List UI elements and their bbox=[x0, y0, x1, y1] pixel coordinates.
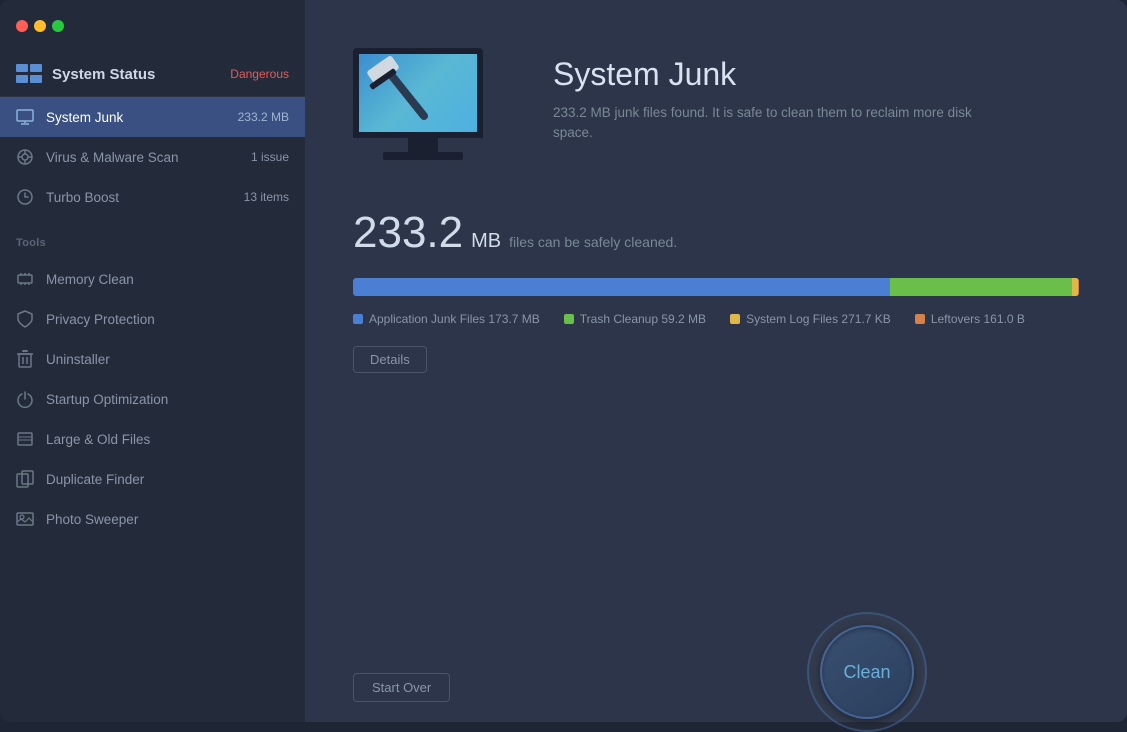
nav-item-photo-sweeper[interactable]: Photo Sweeper bbox=[0, 499, 305, 539]
files-icon bbox=[16, 430, 34, 448]
nav-label-memory-clean: Memory Clean bbox=[46, 272, 289, 287]
tools-label: Tools bbox=[16, 237, 46, 249]
nav-item-privacy[interactable]: Privacy Protection bbox=[0, 299, 305, 339]
nav-badge-turbo: 13 items bbox=[244, 190, 289, 204]
page-title: System Junk bbox=[553, 56, 973, 93]
memory-icon bbox=[16, 270, 34, 288]
legend-label-blue: Application Junk Files 173.7 MB bbox=[369, 312, 540, 326]
size-desc: files can be safely cleaned. bbox=[509, 234, 677, 250]
power-icon bbox=[16, 390, 34, 408]
legend-dot-green bbox=[564, 314, 574, 324]
size-display: 233.2 MB files can be safely cleaned. bbox=[353, 208, 1079, 258]
nav-label-photo-sweeper: Photo Sweeper bbox=[46, 512, 289, 527]
size-value: 233.2 bbox=[353, 208, 463, 258]
nav-item-uninstaller[interactable]: Uninstaller bbox=[0, 339, 305, 379]
nav-label-privacy: Privacy Protection bbox=[46, 312, 289, 327]
system-junk-illustration bbox=[353, 48, 513, 178]
legend-dot-blue bbox=[353, 314, 363, 324]
legend-item-yellow: System Log Files 271.7 KB bbox=[730, 312, 891, 326]
nav-label-turbo: Turbo Boost bbox=[46, 190, 232, 205]
nav-label-system-junk: System Junk bbox=[46, 110, 226, 125]
stats-area: 233.2 MB files can be safely cleaned. Ap… bbox=[305, 208, 1127, 602]
turbo-icon bbox=[16, 188, 34, 206]
nav-item-duplicate[interactable]: Duplicate Finder bbox=[0, 459, 305, 499]
legend-label-orange: Leftovers 161.0 B bbox=[931, 312, 1025, 326]
nav-badge-system-junk: 233.2 MB bbox=[238, 110, 289, 124]
size-unit: MB bbox=[471, 230, 501, 253]
nav-item-system-junk[interactable]: System Junk 233.2 MB bbox=[0, 97, 305, 137]
legend-label-green: Trash Cleanup 59.2 MB bbox=[580, 312, 706, 326]
nav-label-virus: Virus & Malware Scan bbox=[46, 150, 239, 165]
progress-bar bbox=[353, 278, 1079, 296]
status-badge: Dangerous bbox=[230, 67, 289, 81]
trash-icon bbox=[16, 350, 34, 368]
main-header: System Junk 233.2 MB junk files found. I… bbox=[305, 0, 1127, 208]
nav-item-startup[interactable]: Startup Optimization bbox=[0, 379, 305, 419]
minimize-button[interactable] bbox=[34, 20, 46, 32]
progress-segment-green bbox=[890, 278, 1072, 296]
bottom-area: Start Over Clean bbox=[305, 602, 1127, 722]
maximize-button[interactable] bbox=[52, 20, 64, 32]
virus-icon bbox=[16, 148, 34, 166]
shield-icon bbox=[16, 310, 34, 328]
tools-section-label: Tools bbox=[0, 217, 305, 259]
nav-item-large-files[interactable]: Large & Old Files bbox=[0, 419, 305, 459]
legend: Application Junk Files 173.7 MB Trash Cl… bbox=[353, 312, 1079, 326]
system-status-header: System Status Dangerous bbox=[0, 52, 305, 97]
progress-segment-orange bbox=[1078, 278, 1079, 296]
clean-button[interactable]: Clean bbox=[820, 625, 914, 719]
legend-label-yellow: System Log Files 271.7 KB bbox=[746, 312, 891, 326]
system-status-icon bbox=[16, 64, 44, 84]
photo-icon bbox=[16, 510, 34, 528]
monitor-icon bbox=[16, 108, 34, 126]
title-bar bbox=[0, 0, 305, 52]
details-button[interactable]: Details bbox=[353, 346, 427, 373]
legend-item-green: Trash Cleanup 59.2 MB bbox=[564, 312, 706, 326]
legend-item-orange: Leftovers 161.0 B bbox=[915, 312, 1025, 326]
nav-item-virus-malware[interactable]: Virus & Malware Scan 1 issue bbox=[0, 137, 305, 177]
nav-label-uninstaller: Uninstaller bbox=[46, 352, 289, 367]
app-title: System Status bbox=[52, 66, 155, 83]
nav-item-turbo-boost[interactable]: Turbo Boost 13 items bbox=[0, 177, 305, 217]
traffic-lights bbox=[16, 20, 64, 32]
nav-item-memory-clean[interactable]: Memory Clean bbox=[0, 259, 305, 299]
page-description: 233.2 MB junk files found. It is safe to… bbox=[553, 103, 973, 144]
clean-button-label: Clean bbox=[843, 662, 890, 683]
legend-dot-orange bbox=[915, 314, 925, 324]
nav-label-large-files: Large & Old Files bbox=[46, 432, 289, 447]
monitor-screen bbox=[353, 48, 483, 138]
nav-badge-virus: 1 issue bbox=[251, 150, 289, 164]
start-over-button[interactable]: Start Over bbox=[353, 673, 450, 702]
sidebar: System Status Dangerous System Junk 233.… bbox=[0, 0, 305, 722]
monitor-stand bbox=[408, 138, 438, 152]
legend-item-blue: Application Junk Files 173.7 MB bbox=[353, 312, 540, 326]
clean-button-outer: Clean bbox=[807, 612, 927, 732]
nav-label-startup: Startup Optimization bbox=[46, 392, 289, 407]
duplicate-icon bbox=[16, 470, 34, 488]
progress-segment-blue bbox=[353, 278, 890, 296]
legend-dot-yellow bbox=[730, 314, 740, 324]
main-content: System Junk 233.2 MB junk files found. I… bbox=[305, 0, 1127, 722]
nav-label-duplicate: Duplicate Finder bbox=[46, 472, 289, 487]
close-button[interactable] bbox=[16, 20, 28, 32]
monitor-base bbox=[383, 152, 463, 160]
title-desc-area: System Junk 233.2 MB junk files found. I… bbox=[553, 48, 973, 144]
